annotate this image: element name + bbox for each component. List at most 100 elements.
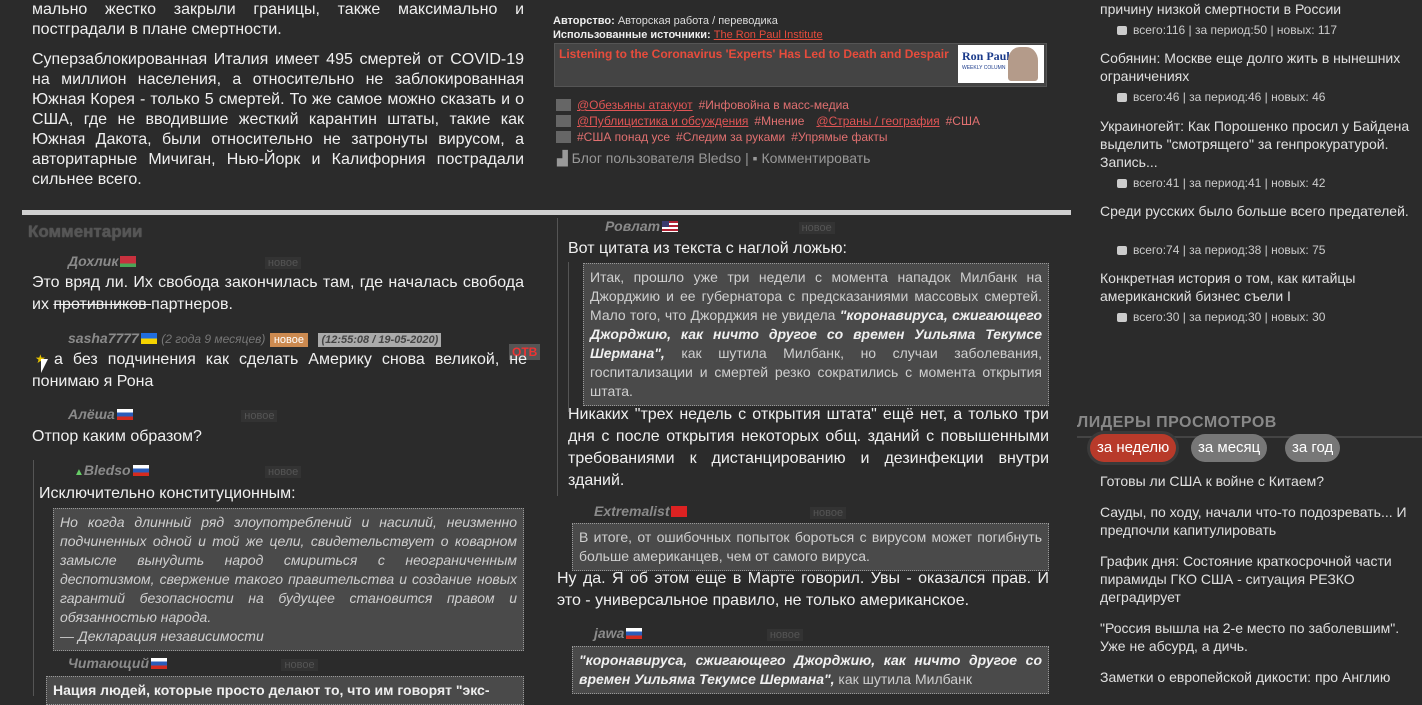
author-value: Авторская работа / переводика [617, 15, 778, 27]
comment-header: Ровлат новое [605, 218, 835, 236]
flag-icon [662, 221, 679, 233]
article-meta: Авторство: Авторская работа / переводика… [553, 14, 1073, 42]
comment-author[interactable]: Читающий [68, 655, 149, 671]
sidebar-item[interactable]: Среди русских было больше всего предател… [1100, 202, 1410, 220]
new-badge: новое [798, 222, 835, 234]
flag-icon [116, 409, 133, 421]
comment-timestamp[interactable]: (12:55:08 / 19-05-2020) [318, 333, 442, 347]
comments-icon [1117, 26, 1127, 36]
quote-text: Но когда длинный ряд злоупотреблений и н… [60, 514, 517, 625]
user-blog-link[interactable]: Блог пользователя Bledso [572, 150, 742, 166]
sidebar-item-stats: всего:46 | за период:46 | новых: 46 [1117, 90, 1325, 104]
thread-line [33, 460, 34, 696]
comment-header: sasha7777 (2 года 9 месяцев) новое (12:5… [68, 330, 442, 348]
leader-item[interactable]: Сауды, по ходу, начали что-то подозреват… [1100, 503, 1422, 539]
source-card[interactable]: Listening to the Coronavirus 'Experts' H… [554, 43, 1047, 87]
article-body: мально жестко закрыли границы, также мак… [32, 0, 524, 200]
tag-link[interactable]: @Публицистика и обсуждения [577, 113, 748, 129]
new-badge: новое [269, 333, 308, 347]
comment-text-part: партнеров. [151, 296, 233, 313]
comment-text: Это вряд ли. Их свобода закончилась там,… [32, 272, 524, 316]
thumbnail-title: Ron Paul [962, 49, 1010, 63]
comment-author[interactable]: Bledso [84, 462, 131, 478]
comment-header: Extremalist новое [594, 503, 847, 521]
comments-icon [1117, 93, 1127, 103]
source-link[interactable]: The Ron Paul Institute [714, 29, 823, 41]
tag-link[interactable]: #Упрямые факты [791, 129, 887, 145]
source-card-title[interactable]: Listening to the Coronavirus 'Experts' H… [559, 47, 949, 61]
flag-icon [132, 465, 149, 477]
sidebar-item[interactable]: причину низкой смертности в России [1100, 0, 1410, 18]
new-badge: новое [241, 410, 278, 422]
flag-icon [151, 658, 167, 670]
leader-item[interactable]: "Россия вышла на 2-е место по заболевшим… [1100, 619, 1422, 655]
community-icon [556, 99, 571, 111]
portrait-image [1008, 47, 1038, 81]
comment-author[interactable]: Дохлик [68, 253, 118, 269]
comment-author[interactable]: jawa [594, 625, 624, 641]
comment-text: Никаких "трех недель с открытия штата" е… [568, 406, 1049, 489]
comment-age: (2 года 9 месяцев) [161, 332, 266, 346]
article-paragraph: Суперзаблокированная Италия имеет 495 см… [32, 51, 524, 188]
new-badge: новое [264, 257, 302, 269]
comment-header: Читающий новое [68, 655, 318, 673]
flag-icon [120, 256, 137, 268]
leader-item[interactable]: График дня: Состояние краткосрочной част… [1100, 552, 1422, 606]
thread-line [557, 218, 558, 496]
sidebar-item[interactable]: Собянин: Москве еще долго жить в нынешни… [1100, 49, 1410, 85]
tab-month[interactable]: за месяц [1191, 434, 1268, 462]
separator: | [745, 150, 749, 166]
sources-label: Использованные источники: [553, 29, 711, 41]
tab-week[interactable]: за неделю [1090, 434, 1177, 462]
leaders-heading: ЛИДЕРЫ ПРОСМОТРОВ [1077, 414, 1277, 431]
comment-icon: ▪ [752, 150, 758, 166]
comment-text: Вот цитата из текста с наглой ложью: [568, 240, 847, 257]
tag-link[interactable]: #Инфовойна в масс-медиа [699, 97, 849, 113]
blog-icon: ▟ [557, 150, 568, 166]
leader-item[interactable]: Готовы ли США к войне с Китаем? [1100, 472, 1422, 490]
sidebar-item-stats: всего:116 | за период:50 | новых: 117 [1117, 23, 1337, 37]
strikethrough-text: противников [53, 296, 152, 313]
thread-line [568, 262, 569, 412]
comment-author[interactable]: Алёша [68, 406, 115, 422]
community-icon [556, 115, 571, 127]
quote-emphasis: "коронавируса, сжигающего Джорджию, как … [579, 652, 1042, 687]
tag-link[interactable]: #США [946, 113, 980, 129]
sidebar-item-stats: всего:74 | за период:38 | новых: 75 [1117, 243, 1325, 257]
tag-link[interactable]: #США понад усе [577, 129, 670, 145]
comment-author[interactable]: Extremalist [594, 503, 669, 519]
tag-link[interactable]: @Обезьяны атакуют [577, 97, 693, 113]
comments-icon [1117, 313, 1127, 323]
tag-link[interactable]: #Следим за руками [676, 129, 785, 145]
comment-text: Отпор каким образом? [32, 428, 202, 445]
comment-link[interactable]: Комментировать [761, 150, 870, 166]
flag-icon [671, 506, 688, 518]
tab-year[interactable]: за год [1285, 434, 1341, 462]
new-badge: новое [809, 507, 847, 519]
new-badge: новое [281, 659, 318, 671]
leader-item[interactable]: Заметки о европейской дикости: про Англи… [1100, 668, 1422, 686]
stats-text: всего:46 | за период:46 | новых: 46 [1133, 90, 1326, 104]
flag-icon [140, 333, 157, 345]
comment-header: ▲Bledso новое [74, 462, 302, 480]
stats-text: всего:74 | за период:38 | новых: 75 [1133, 243, 1326, 257]
comment-text: Ну да. Я об этом еще в Марте говорил. Ув… [557, 570, 1049, 609]
tag-link[interactable]: #Мнение [754, 113, 804, 129]
sidebar-item-stats: всего:30 | за период:30 | новых: 30 [1117, 310, 1325, 324]
tag-link[interactable]: @Страны / география [816, 113, 939, 129]
comment-author[interactable]: sasha7777 [68, 330, 139, 346]
flag-icon [626, 628, 643, 640]
comment-text: а без подчинения как сделать Америку сно… [32, 351, 527, 390]
comment-header: Дохлик новое [68, 253, 302, 271]
blockquote: "коронавируса, сжигающего Джорджию, как … [572, 646, 1049, 694]
sidebar-item[interactable]: Украиногейт: Как Порошенко просил у Байд… [1100, 117, 1410, 171]
comments-icon [1117, 246, 1127, 256]
sidebar-item[interactable]: Конкретная история о том, как китайцы ам… [1100, 269, 1410, 305]
comment-text: Исключительно конституционным: [39, 485, 296, 502]
tag-list: @Обезьяны атакуют #Инфовойна в масс-меди… [556, 97, 980, 145]
source-thumbnail: Ron Paul WEEKLY COLUMN [958, 45, 1044, 83]
author-label: Авторство: [553, 15, 615, 27]
comment-author[interactable]: Ровлат [605, 218, 660, 234]
quote-text: как шутила Милбанк [834, 671, 972, 687]
stats-text: всего:116 | за период:50 | новых: 117 [1133, 23, 1337, 37]
